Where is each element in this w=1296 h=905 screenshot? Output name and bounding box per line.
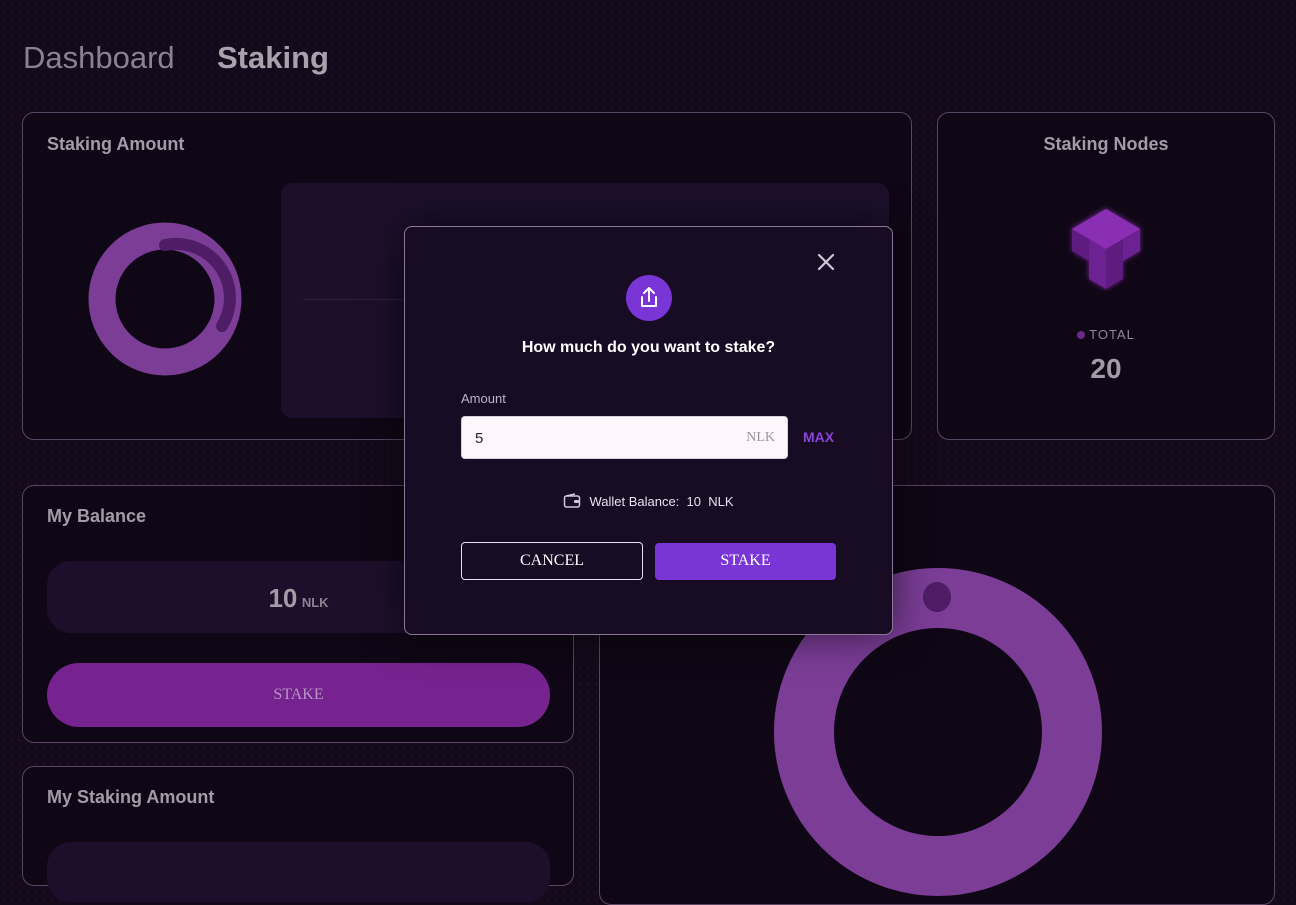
card-title: My Staking Amount	[47, 787, 215, 807]
wallet-balance-row: Wallet Balance: 10 NLK	[405, 493, 892, 509]
confirm-stake-button[interactable]: STAKE	[655, 543, 836, 580]
wallet-label: Wallet Balance:	[589, 494, 680, 509]
close-icon[interactable]	[813, 249, 839, 275]
total-label-row: TOTAL	[938, 327, 1274, 342]
wallet-icon	[564, 493, 581, 508]
share-icon	[626, 275, 672, 321]
nodes-cube-icon	[1072, 209, 1140, 289]
staking-nodes-card: Staking Nodes TOTAL 20	[937, 112, 1275, 440]
stake-button[interactable]: STAKE	[47, 663, 550, 727]
amount-field[interactable]: 5 NLK	[461, 416, 788, 459]
my-staking-amount-card: My Staking Amount	[22, 766, 574, 902]
tab-staking[interactable]: Staking	[217, 40, 329, 76]
wallet-amount: 10	[686, 494, 701, 509]
my-staking-display	[47, 842, 550, 902]
wallet-unit: NLK	[708, 494, 734, 509]
amount-unit: NLK	[746, 430, 775, 445]
legend-dot-icon	[1077, 331, 1086, 339]
card-title: Staking Nodes	[1043, 134, 1169, 154]
card-title: Staking Amount	[47, 134, 185, 154]
balance-unit: NLK	[301, 595, 329, 610]
total-label: TOTAL	[1089, 327, 1135, 342]
stake-modal: How much do you want to stake? Amount 5 …	[404, 226, 893, 635]
amount-label: Amount	[461, 391, 506, 406]
balance-amount: 10	[268, 583, 298, 613]
max-button[interactable]: MAX	[803, 429, 834, 445]
total-value: 20	[1090, 353, 1122, 384]
card-title: My Balance	[47, 506, 147, 526]
amount-input-value[interactable]: 5	[475, 430, 483, 447]
modal-title: How much do you want to stake?	[521, 339, 776, 356]
cancel-button[interactable]: CANCEL	[461, 542, 643, 580]
tab-dashboard[interactable]: Dashboard	[23, 40, 175, 76]
staking-amount-ring	[88, 222, 242, 376]
chart-baseline	[303, 299, 413, 300]
